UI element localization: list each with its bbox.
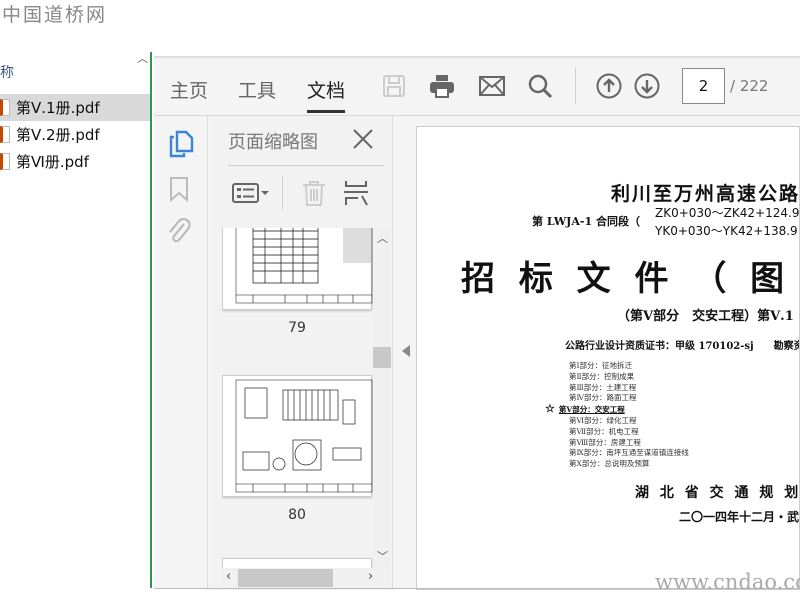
page-thumbnail[interactable] (222, 558, 372, 568)
collapse-panel-handle[interactable] (393, 116, 415, 590)
thumbnail-list: 79 80 (222, 228, 373, 568)
pdf-file-icon (0, 99, 10, 116)
doc-parts-list: 第Ⅰ部分：征地拆迁 第Ⅱ部分：控制成果 第Ⅲ部分：土建工程 第Ⅳ部分：路面工程 … (545, 361, 689, 470)
doc-certificate: 公路行业设计资质证书：甲级 170102-sj 勘察资质 (565, 341, 800, 352)
pdf-file-icon (0, 126, 10, 143)
thumbnail-options-icon[interactable] (232, 182, 270, 208)
part-item: 第Ⅵ部分：绿化工程 (569, 415, 637, 425)
page-thumbnail[interactable] (222, 228, 373, 310)
doc-project-title: 利川至万州高速公路 (611, 183, 800, 205)
scroll-down-arrow-icon[interactable]: ﹀ (377, 548, 388, 564)
scrollbar-thumb[interactable] (238, 569, 333, 587)
attachment-icon[interactable] (166, 217, 192, 250)
part-item: 第Ⅲ部分：土建工程 (569, 382, 637, 392)
print-icon[interactable] (428, 72, 456, 100)
scroll-up-arrow-icon[interactable]: ︿ (377, 230, 388, 246)
page-thumbnail[interactable] (222, 375, 373, 497)
search-icon[interactable] (526, 72, 554, 100)
tab-home[interactable]: 主页 (170, 76, 208, 103)
bookmark-icon[interactable] (169, 176, 189, 206)
part-item: 第Ⅷ部分：房建工程 (569, 437, 641, 447)
panel-title: 页面缩略图 (228, 132, 318, 153)
page-thumbnails-icon[interactable] (168, 130, 194, 162)
tab-document[interactable]: 文档 (307, 76, 346, 113)
part-label: 第Ⅴ部分：交安工程 (558, 405, 625, 415)
email-icon[interactable] (478, 72, 506, 100)
part-item: 第Ⅳ部分：路面工程 (569, 393, 637, 403)
pdf-reader: 主页 工具 文档 2 / 222 页面缩略图 79 80 ︿ ﹀ ‹ › 利川至… (154, 56, 800, 590)
collapse-arrow-icon[interactable] (402, 345, 410, 357)
save-icon[interactable] (380, 72, 408, 100)
file-name: 第Ⅴ.1册.pdf (16, 99, 100, 117)
divider (228, 165, 384, 166)
horizontal-scrollbar[interactable]: ‹ › (222, 568, 390, 588)
part-item: 第Ⅹ部分：总说明及预算 (569, 459, 650, 469)
doc-date: 二〇一四年十二月・武 (679, 510, 800, 524)
side-rail (154, 116, 208, 590)
file-list-pane: ︿ 称 第Ⅴ.1册.pdf 第Ⅴ.2册.pdf 第Ⅵ册.pdf (0, 52, 152, 588)
page-total: / 222 (730, 77, 769, 95)
part-item: 第Ⅱ部分：控制成果 (569, 371, 635, 381)
page-number-input[interactable]: 2 (682, 68, 725, 104)
tab-tools[interactable]: 工具 (238, 76, 276, 103)
file-name: 第Ⅴ.2册.pdf (16, 126, 100, 144)
watermark-logo: 中国道桥网 (2, 4, 108, 26)
toolbar: 主页 工具 文档 2 / 222 (154, 58, 800, 116)
file-item[interactable]: 第Ⅵ册.pdf (0, 148, 150, 175)
delete-icon[interactable] (302, 180, 326, 210)
close-icon[interactable] (352, 128, 374, 154)
doc-zk-range: ZK0+030～ZK42+124.98 (655, 206, 800, 220)
thumbnail-page-number: 80 (288, 507, 306, 523)
page-down-icon[interactable] (633, 72, 661, 100)
scrollbar-thumb[interactable] (373, 347, 391, 368)
extract-page-icon[interactable] (344, 180, 368, 210)
watermark-url: www.cndao.com (655, 570, 800, 594)
doc-subtitle: （第Ⅴ部分 交安工程）第Ⅴ.1 (617, 309, 794, 324)
document-page: 利川至万州高速公路 第 LWJA-1 合同段（ ZK0+030～ZK42+124… (416, 126, 800, 590)
name-column-header[interactable]: 称 (0, 62, 14, 82)
doc-yk-range: YK0+030～YK42+138.9 (655, 224, 798, 238)
part-item: 第Ⅸ部分：南坪互通至谋道镇连接线 (569, 448, 689, 458)
scroll-left-arrow-icon[interactable]: ‹ (226, 569, 231, 584)
part-item: 第Ⅰ部分：征地拆迁 (569, 361, 632, 370)
file-item[interactable]: 第Ⅴ.1册.pdf (0, 94, 150, 121)
pdf-file-icon (0, 153, 10, 170)
part-item-current: ☆ 第Ⅴ部分：交安工程 (545, 402, 689, 416)
page-up-icon[interactable] (595, 72, 623, 100)
file-name: 第Ⅵ册.pdf (16, 153, 89, 171)
doc-contract: 第 LWJA-1 合同段（ (532, 215, 640, 228)
doc-organization: 湖 北 省 交 通 规 划 设 (635, 485, 800, 501)
star-icon: ☆ (545, 402, 555, 416)
vertical-scrollbar[interactable]: ︿ ﹀ (373, 228, 391, 568)
collapse-caret-icon[interactable]: ︿ (137, 50, 148, 66)
file-item[interactable]: 第Ⅴ.2册.pdf (0, 121, 150, 148)
thumbnail-page-number: 79 (288, 320, 306, 336)
toolbar-divider (282, 176, 283, 210)
toolbar-divider (575, 68, 576, 104)
doc-main-title: 招 标 文 件 （ 图 (461, 259, 791, 299)
scroll-right-arrow-icon[interactable]: › (368, 569, 373, 584)
thumbnail-panel: 页面缩略图 79 80 ︿ ﹀ ‹ › (209, 116, 393, 590)
part-item: 第Ⅶ部分：机电工程 (569, 426, 639, 436)
